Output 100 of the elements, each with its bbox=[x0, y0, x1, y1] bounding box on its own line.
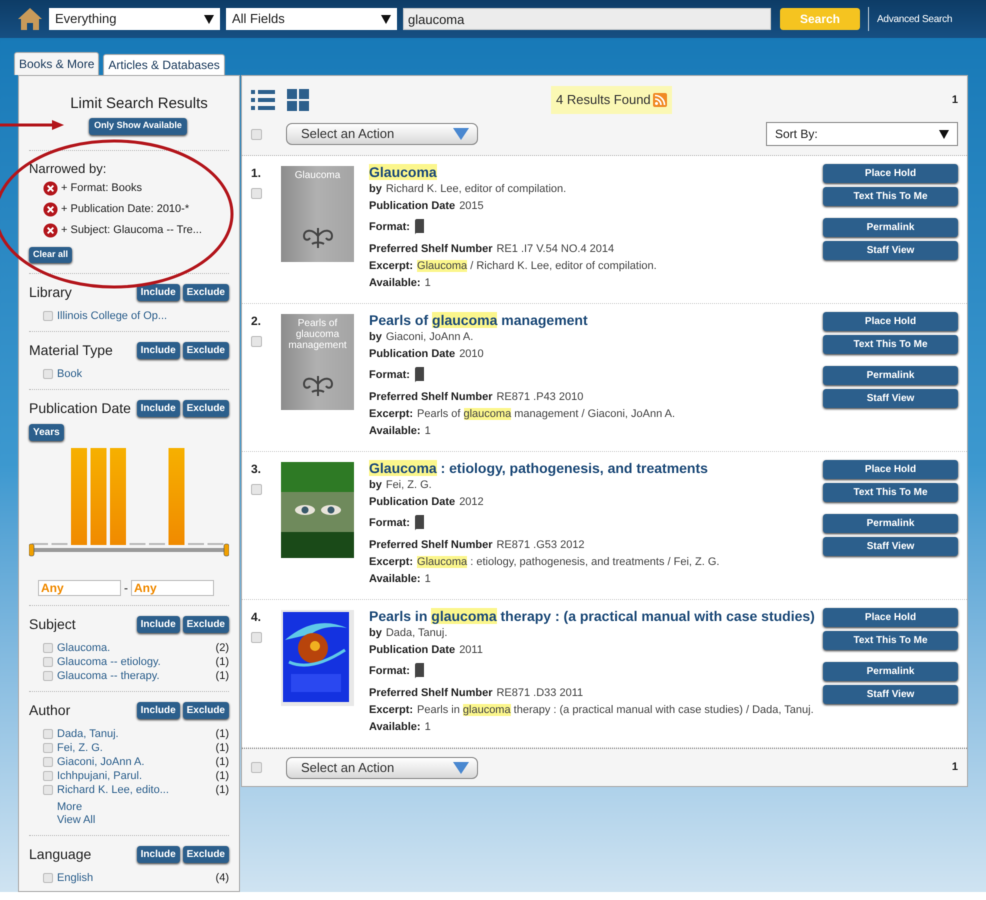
scope-dropdown[interactable]: Everything bbox=[49, 8, 220, 30]
facet-option[interactable]: Ichhpujani, Parul. bbox=[57, 768, 142, 784]
facet-option[interactable]: Glaucoma. bbox=[57, 640, 110, 656]
record-action-button[interactable]: Permalink bbox=[823, 662, 958, 681]
facet-option[interactable]: Illinois College of Op... bbox=[57, 308, 168, 324]
tab[interactable]: Articles & Databases bbox=[103, 54, 225, 75]
facet-option[interactable]: Giaconi, JoAnn A. bbox=[57, 754, 144, 770]
include-button[interactable]: Include bbox=[136, 846, 180, 863]
facet-option[interactable]: Book bbox=[57, 366, 82, 382]
action-select[interactable]: Select an Action bbox=[286, 756, 478, 778]
sidebar-title: Limit Search Results bbox=[69, 94, 209, 114]
exclude-button[interactable]: Exclude bbox=[182, 702, 229, 719]
record-action-button[interactable]: Place Hold bbox=[823, 608, 958, 627]
facet-option[interactable]: Glaucoma -- therapy. bbox=[57, 668, 160, 684]
record-action-button[interactable]: Place Hold bbox=[823, 312, 958, 331]
format-label: Format: bbox=[369, 368, 410, 383]
remove-icon bbox=[43, 223, 58, 238]
record-action-button[interactable]: Staff View bbox=[823, 241, 958, 260]
action-select[interactable]: Select an Action bbox=[286, 123, 478, 145]
checkbox[interactable] bbox=[43, 873, 53, 883]
record-field: Preferred Shelf Number RE1 .I7 V.54 NO.4 2014 bbox=[369, 241, 817, 258]
record-field: Available: 1 bbox=[369, 719, 817, 736]
checkbox[interactable] bbox=[43, 311, 53, 321]
record-field: Available: 1 bbox=[369, 275, 817, 292]
checkbox[interactable] bbox=[43, 757, 53, 767]
result-title[interactable]: Pearls in glaucoma therapy : (a practical manual with case studies) bbox=[369, 608, 817, 625]
tab[interactable]: Books & More bbox=[14, 52, 100, 75]
include-button[interactable]: Include bbox=[136, 284, 180, 301]
empty-bar-marker bbox=[188, 543, 204, 545]
facet-link[interactable]: More bbox=[57, 801, 82, 814]
record-field: Publication Date 2011 bbox=[369, 642, 817, 659]
exclude-button[interactable]: Exclude bbox=[182, 342, 229, 359]
facet-option[interactable]: Glaucoma -- etiology. bbox=[57, 654, 161, 670]
result-title[interactable]: Glaucoma bbox=[369, 164, 817, 181]
record-field: Preferred Shelf Number RE871 .D33 2011 bbox=[369, 685, 817, 702]
histogram-bar[interactable] bbox=[71, 448, 87, 545]
record-action-button[interactable]: Permalink bbox=[823, 514, 958, 533]
results-count: 4 Results Found bbox=[556, 91, 651, 110]
book-icon bbox=[414, 515, 424, 531]
result-checkbox[interactable] bbox=[251, 336, 262, 347]
select-all-checkbox[interactable] bbox=[251, 128, 262, 140]
exclude-button[interactable]: Exclude bbox=[182, 616, 229, 633]
result-checkbox[interactable] bbox=[251, 188, 262, 199]
histogram-bar[interactable] bbox=[110, 448, 126, 545]
record-action-button[interactable]: Place Hold bbox=[823, 164, 958, 183]
book-icon bbox=[414, 663, 424, 679]
facet-link[interactable]: View All bbox=[57, 814, 96, 827]
record-action-button[interactable]: Text This To Me bbox=[823, 631, 958, 650]
record-action-button[interactable]: Permalink bbox=[823, 218, 958, 237]
result-checkbox[interactable] bbox=[251, 632, 262, 643]
facet-count: (1) bbox=[216, 754, 229, 770]
empty-bar-marker bbox=[208, 543, 224, 545]
caret-icon bbox=[939, 130, 949, 138]
record-action-button[interactable]: Staff View bbox=[823, 389, 958, 408]
include-button[interactable]: Include bbox=[136, 616, 180, 633]
checkbox[interactable] bbox=[43, 671, 53, 681]
histogram-bar[interactable] bbox=[168, 448, 184, 545]
excerpt-text: Excerpt: Pearls in glaucoma therapy : (a practical manual with case studies) / Dada, Tanuj. bbox=[369, 703, 815, 718]
record-action-button[interactable]: Staff View bbox=[823, 685, 958, 704]
caret-icon bbox=[204, 14, 214, 24]
exclude-button[interactable]: Exclude bbox=[182, 846, 229, 863]
include-button[interactable]: Include bbox=[136, 702, 180, 719]
checkbox[interactable] bbox=[43, 785, 53, 795]
checkbox[interactable] bbox=[43, 729, 53, 739]
clear-all-button[interactable]: Clear all bbox=[29, 246, 72, 263]
exclude-button[interactable]: Exclude bbox=[182, 400, 229, 417]
slider-handle[interactable] bbox=[29, 544, 34, 556]
record-action-button[interactable]: Staff View bbox=[823, 537, 958, 556]
record-action-button[interactable]: Permalink bbox=[823, 366, 958, 385]
record-action-button[interactable]: Text This To Me bbox=[823, 335, 958, 354]
checkbox[interactable] bbox=[43, 771, 53, 781]
result-title[interactable]: Pearls of glaucoma management bbox=[369, 312, 817, 329]
include-button[interactable]: Include bbox=[136, 400, 180, 417]
record-action-button[interactable]: Place Hold bbox=[823, 460, 958, 479]
advanced-search-link[interactable]: Advanced Search bbox=[877, 12, 952, 26]
years-button[interactable]: Years bbox=[29, 424, 64, 441]
exclude-button[interactable]: Exclude bbox=[182, 284, 229, 301]
facet-count: (1) bbox=[216, 654, 229, 670]
include-button[interactable]: Include bbox=[136, 342, 180, 359]
sort-dropdown[interactable]: Sort By: bbox=[766, 122, 958, 146]
histogram-bar[interactable] bbox=[90, 448, 106, 545]
checkbox[interactable] bbox=[43, 657, 53, 667]
record-action-button[interactable]: Text This To Me bbox=[823, 483, 958, 502]
checkbox[interactable] bbox=[43, 643, 53, 653]
facet-option[interactable]: English bbox=[57, 870, 94, 886]
facet-option[interactable]: Dada, Tanuj. bbox=[57, 726, 119, 742]
slider-handle[interactable] bbox=[224, 544, 229, 556]
search-field[interactable]: glaucoma bbox=[403, 8, 771, 30]
result-number: 4. bbox=[251, 609, 262, 626]
format-label: Format: bbox=[369, 664, 410, 679]
facet-option[interactable]: Fei, Z. G. bbox=[57, 740, 103, 756]
only-show-available-button[interactable]: Only Show Available bbox=[89, 118, 187, 134]
result-checkbox[interactable] bbox=[251, 484, 262, 495]
result-title[interactable]: Glaucoma : etiology, pathogenesis, and treatments bbox=[369, 460, 817, 477]
record-action-button[interactable]: Text This To Me bbox=[823, 187, 958, 206]
select-all-checkbox[interactable] bbox=[251, 762, 262, 773]
checkbox[interactable] bbox=[43, 369, 53, 379]
checkbox[interactable] bbox=[43, 743, 53, 753]
field-dropdown[interactable]: All Fields bbox=[226, 8, 397, 30]
facet-option[interactable]: Richard K. Lee, edito... bbox=[57, 782, 169, 798]
